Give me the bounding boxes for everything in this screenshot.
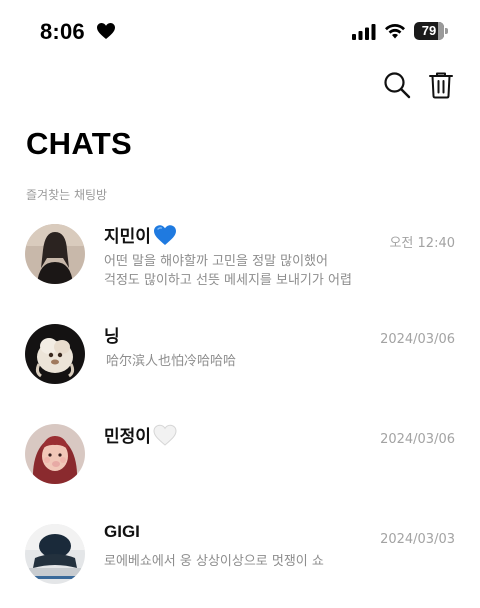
chat-row[interactable]: 닝 2024/03/06 哈尔滨人也怕冷哈哈哈 xyxy=(0,312,480,412)
battery-percent: 79 xyxy=(421,23,437,38)
avatar xyxy=(25,524,85,584)
chat-name-text: 민정이 xyxy=(104,427,151,447)
heart-icon xyxy=(97,23,115,39)
wifi-icon xyxy=(385,23,405,39)
chat-list: 지민이 오전 12:40 어떤 말을 해야할까 고민을 정말 많이했어 걱정도 … xyxy=(0,212,480,608)
status-bar: 8:06 79 xyxy=(0,0,480,64)
chat-row[interactable]: 민정이 2024/03/06 xyxy=(0,412,480,512)
status-time: 8:06 xyxy=(40,19,85,44)
battery-indicator: 79 xyxy=(414,22,448,40)
search-icon xyxy=(384,72,411,99)
chat-row[interactable]: 지민이 오전 12:40 어떤 말을 해야할까 고민을 정말 많이했어 걱정도 … xyxy=(0,212,480,312)
avatar-image xyxy=(25,324,85,384)
chat-name: 민정이 xyxy=(104,422,177,447)
white-heart-icon xyxy=(153,424,177,446)
cellular-signal-icon xyxy=(352,24,376,40)
chat-name-text: 지민이 xyxy=(104,227,151,247)
favorites-section-label: 즐겨찾는 채팅방 xyxy=(26,188,108,202)
chat-preview: 哈尔滨人也怕冷哈哈哈 xyxy=(106,354,237,369)
chat-preview: 어떤 말을 해야할까 고민을 정말 많이했어 걱정도 많이하고 선뜻 메세지를 … xyxy=(104,254,352,288)
avatar-image xyxy=(25,524,85,584)
avatar-image xyxy=(25,424,85,484)
chat-name-text: 닝 xyxy=(104,327,120,347)
chat-time: 2024/03/03 xyxy=(380,532,455,547)
avatar xyxy=(25,224,85,284)
battery-body: 79 xyxy=(414,22,444,40)
chat-preview: 로에베쇼에서 웅 상상이상으로 멋쟁이 쇼 xyxy=(104,554,324,569)
chat-name: GIGI xyxy=(104,522,140,542)
page-title: CHATS xyxy=(26,126,132,161)
chat-time: 오전 12:40 xyxy=(389,236,455,251)
chat-name: 지민이 xyxy=(104,222,177,247)
search-button[interactable] xyxy=(382,70,412,100)
chat-row[interactable]: GIGI 2024/03/03 로에베쇼에서 웅 상상이상으로 멋쟁이 쇼 xyxy=(0,512,480,608)
chat-time: 2024/03/06 xyxy=(380,432,455,447)
chat-name-text: GIGI xyxy=(104,522,140,541)
avatar-image xyxy=(25,224,85,284)
chat-name: 닝 xyxy=(104,322,120,347)
trash-icon xyxy=(429,72,453,99)
battery-cap xyxy=(445,28,448,34)
chat-time: 2024/03/06 xyxy=(380,332,455,347)
delete-button[interactable] xyxy=(426,70,456,100)
avatar xyxy=(25,424,85,484)
blue-heart-icon xyxy=(153,224,176,245)
avatar xyxy=(25,324,85,384)
